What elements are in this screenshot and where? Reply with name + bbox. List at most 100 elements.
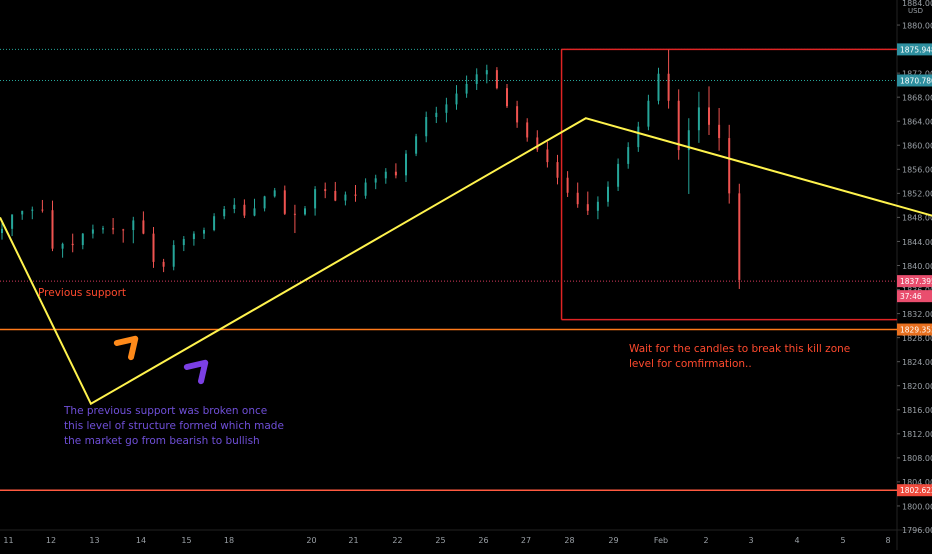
- candle-body: [11, 214, 14, 229]
- price-label-text: 1802.622: [900, 486, 932, 495]
- x-axis-tick-label: 25: [435, 536, 445, 545]
- x-axis-tick-label: 5: [840, 536, 845, 545]
- candle-body: [738, 193, 741, 280]
- price-label-text: 37:46: [900, 292, 922, 301]
- candle-body: [677, 100, 680, 151]
- x-axis-tick-label: 13: [89, 536, 99, 545]
- candle-body: [556, 162, 559, 178]
- y-axis-tick-label: 1832.000: [902, 310, 932, 319]
- candle-body: [364, 182, 367, 196]
- candle-body: [61, 243, 64, 249]
- x-axis-tick-label: 26: [478, 536, 488, 545]
- candle-body: [596, 201, 599, 211]
- price-label-text: 1875.948: [900, 45, 932, 54]
- candle-body: [283, 190, 286, 214]
- annotation-text: Wait for the candles to break this kill …: [629, 343, 850, 355]
- x-axis-tick-label: 22: [392, 536, 402, 545]
- candle-body: [223, 208, 226, 217]
- price-label: 1829.353: [897, 323, 932, 336]
- candle-body: [445, 104, 448, 113]
- candle-body: [172, 245, 175, 267]
- candle-body: [607, 186, 609, 202]
- annotation-text: level for comfirmation..: [629, 358, 752, 370]
- y-axis-tick-label: 1820.000: [902, 382, 932, 391]
- x-axis-tick-label: 29: [608, 536, 618, 545]
- y-axis-tick-label: 1844.000: [902, 238, 932, 247]
- x-axis-tick-label: 14: [136, 536, 146, 545]
- candle-body: [182, 239, 185, 246]
- candle-body: [586, 204, 589, 211]
- price-label: 1870.780: [897, 74, 932, 87]
- price-label: 1837.395: [897, 275, 932, 288]
- candle-body: [647, 100, 650, 127]
- y-axis-tick-label: 1808.000: [902, 454, 932, 463]
- candle-body: [91, 229, 94, 234]
- candle-body: [112, 228, 115, 230]
- candle-body: [21, 210, 24, 215]
- chart-svg: 1880.0001876.0001872.0001868.0001864.000…: [0, 0, 932, 550]
- candle-body: [152, 233, 155, 262]
- candle-body: [41, 209, 44, 211]
- candle-body: [253, 208, 256, 216]
- candle-body: [728, 138, 731, 194]
- candle-body: [132, 220, 135, 231]
- candle-body: [243, 204, 246, 216]
- candle-body: [142, 220, 145, 234]
- x-axis-tick-label: 21: [348, 536, 358, 545]
- candle-body: [162, 261, 165, 267]
- y-axis-tick-label: 1824.000: [902, 358, 932, 367]
- candle-body: [405, 153, 407, 176]
- x-axis-tick-label: 20: [306, 536, 316, 545]
- candle-body: [516, 106, 519, 123]
- candle-body: [657, 73, 660, 101]
- candle-body: [192, 233, 195, 240]
- candle-body: [415, 136, 418, 154]
- x-axis-tick-label: 11: [3, 536, 13, 545]
- y-axis-ticks: 1880.0001876.0001872.0001868.0001864.000…: [897, 21, 932, 511]
- candle-body: [425, 117, 428, 137]
- candle-body: [546, 149, 549, 163]
- chart-root: 1880.0001876.0001872.0001868.0001864.000…: [0, 0, 932, 550]
- candle-body: [344, 194, 347, 201]
- candle-body: [485, 70, 488, 75]
- x-axis-tick-label: Feb: [654, 536, 668, 545]
- candle-body: [475, 74, 478, 84]
- candle-body: [455, 93, 458, 105]
- candle-body: [697, 107, 700, 131]
- x-axis-tick-label: 28: [564, 536, 574, 545]
- candle-body: [263, 196, 266, 209]
- y-axis-tick-label: 1856.000: [902, 166, 932, 175]
- candle: [495, 67, 498, 90]
- candle-body: [304, 208, 306, 215]
- candle: [415, 133, 418, 157]
- candle: [738, 183, 741, 289]
- price-label-text: 1870.780: [900, 76, 932, 85]
- candle-body: [394, 171, 397, 176]
- candle-body: [435, 112, 438, 118]
- candle-body: [506, 88, 508, 107]
- candle-body: [31, 209, 34, 211]
- candle-body: [374, 178, 377, 183]
- candle-body: [213, 216, 216, 231]
- candle-body: [51, 210, 54, 249]
- x-axis-tick-label: 2: [703, 536, 708, 545]
- candle-body: [384, 171, 387, 179]
- candle-body: [102, 228, 104, 230]
- price-label: 1802.622: [897, 484, 932, 497]
- candle-body: [465, 83, 468, 94]
- candle-body: [1, 228, 3, 234]
- candle-body: [314, 189, 317, 209]
- candle-body: [617, 163, 620, 187]
- candle-body: [526, 122, 529, 138]
- y-axis-tick-label: 1812.000: [902, 430, 932, 439]
- price-label: 1875.948: [897, 43, 932, 56]
- x-axis-tick-label: 18: [224, 536, 234, 545]
- y-axis-tick-label: 1868.000: [902, 93, 932, 102]
- x-axis-tick-label: 27: [521, 536, 531, 545]
- candle-body: [495, 70, 498, 89]
- x-axis-tick-label: 12: [46, 536, 56, 545]
- candle-body: [576, 192, 579, 205]
- x-axis-tick-label: 3: [748, 536, 753, 545]
- candle-body: [233, 204, 236, 209]
- candle-body: [718, 124, 721, 139]
